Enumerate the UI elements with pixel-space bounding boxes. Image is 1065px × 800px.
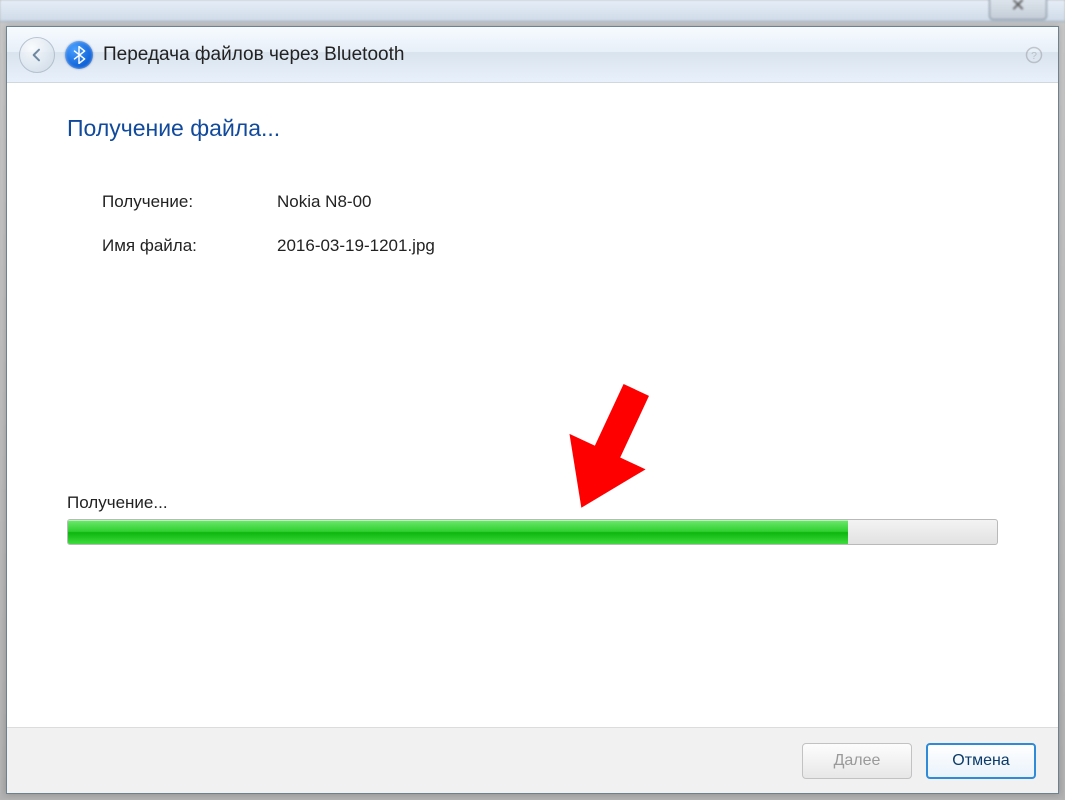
info-row-filename: Имя файла: 2016-03-19-1201.jpg bbox=[102, 236, 998, 256]
svg-text:?: ? bbox=[1031, 49, 1037, 61]
info-row-source: Получение: Nokia N8-00 bbox=[102, 192, 998, 212]
next-button: Далее bbox=[802, 743, 912, 779]
source-label: Получение: bbox=[102, 192, 277, 212]
back-button[interactable] bbox=[19, 37, 55, 73]
bluetooth-icon bbox=[65, 41, 93, 69]
dialog-content: Получение файла... Получение: Nokia N8-0… bbox=[7, 83, 1058, 727]
cancel-button[interactable]: Отмена bbox=[926, 743, 1036, 779]
background-window-close-button[interactable]: ✕ bbox=[989, 0, 1047, 20]
close-icon: ✕ bbox=[1010, 0, 1025, 16]
progress-fill bbox=[68, 520, 848, 544]
dialog-titlebar: Передача файлов через Bluetooth ? bbox=[7, 27, 1058, 83]
page-heading: Получение файла... bbox=[67, 115, 998, 142]
help-icon[interactable]: ? bbox=[1022, 43, 1046, 67]
filename-value: 2016-03-19-1201.jpg bbox=[277, 236, 435, 256]
progress-bar bbox=[67, 519, 998, 545]
arrow-left-icon bbox=[29, 47, 45, 63]
progress-label: Получение... bbox=[67, 493, 998, 513]
source-value: Nokia N8-00 bbox=[277, 192, 372, 212]
dialog-footer: Далее Отмена bbox=[7, 727, 1058, 793]
dialog-title: Передача файлов через Bluetooth bbox=[103, 44, 404, 66]
transfer-info: Получение: Nokia N8-00 Имя файла: 2016-0… bbox=[102, 192, 998, 256]
filename-label: Имя файла: bbox=[102, 236, 277, 256]
bluetooth-transfer-dialog: Передача файлов через Bluetooth ? Получе… bbox=[6, 26, 1059, 794]
progress-section: Получение... bbox=[67, 493, 998, 545]
background-window-titlebar bbox=[0, 0, 1065, 22]
